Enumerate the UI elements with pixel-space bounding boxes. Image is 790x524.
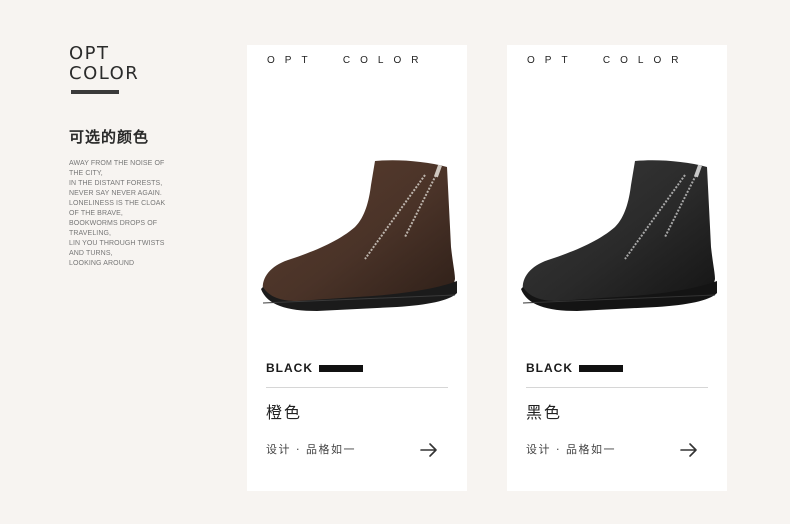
poem-line: LONELINESS IS THE CLOAK <box>69 200 166 207</box>
section-title: OPT COLOR <box>69 44 229 84</box>
title-line-2: COLOR <box>69 63 140 84</box>
title-underline <box>71 90 119 94</box>
divider <box>526 387 708 388</box>
poem-line: LIN YOU THROUGH TWISTS <box>69 240 165 247</box>
color-label-row: BLACK <box>526 361 623 375</box>
brown-boot-icon <box>261 160 457 311</box>
color-card-black[interactable]: OPT COLOR BLACK 黑色 设计 · 品格如一 <box>507 45 727 491</box>
poem-line: OF THE BRAVE, <box>69 210 123 217</box>
color-label: BLACK <box>266 361 313 375</box>
poem-line: TRAVELING, <box>69 230 112 237</box>
label-bar <box>319 364 363 372</box>
color-label: BLACK <box>526 361 573 375</box>
poem-line: THE CITY, <box>69 170 103 177</box>
tagline: 设计 · 品格如一 <box>266 443 356 456</box>
poem-line: AWAY FROM THE NOISE OF <box>69 160 165 167</box>
color-card-brown[interactable]: OPT COLOR BLACK 橙色 设计 · 品格如一 <box>247 45 467 491</box>
poem-line: AND TURNS, <box>69 250 113 257</box>
intro-section: OPT COLOR 可选的颜色 AWAY FROM THE NOISE OF T… <box>69 44 229 269</box>
arrow-right-icon[interactable] <box>679 441 699 459</box>
label-bar <box>579 364 623 372</box>
card-header: OPT COLOR <box>527 55 689 66</box>
arrow-right-icon[interactable] <box>419 441 439 459</box>
color-label-row: BLACK <box>266 361 363 375</box>
title-line-1: OPT <box>69 43 110 64</box>
poem-line: BOOKWORMS DROPS OF <box>69 220 158 227</box>
poem-line: IN THE DISTANT FORESTS, <box>69 180 163 187</box>
color-name: 橙色 <box>266 403 303 422</box>
tagline: 设计 · 品格如一 <box>526 443 616 456</box>
poem-text: AWAY FROM THE NOISE OF THE CITY, IN THE … <box>69 159 229 269</box>
color-name: 黑色 <box>526 403 563 422</box>
divider <box>266 387 448 388</box>
black-boot-icon <box>521 160 717 311</box>
poem-line: NEVER SAY NEVER AGAIN. <box>69 190 162 197</box>
poem-line: LOOKING AROUND <box>69 260 135 267</box>
card-header: OPT COLOR <box>267 55 429 66</box>
chinese-heading: 可选的颜色 <box>69 128 150 146</box>
